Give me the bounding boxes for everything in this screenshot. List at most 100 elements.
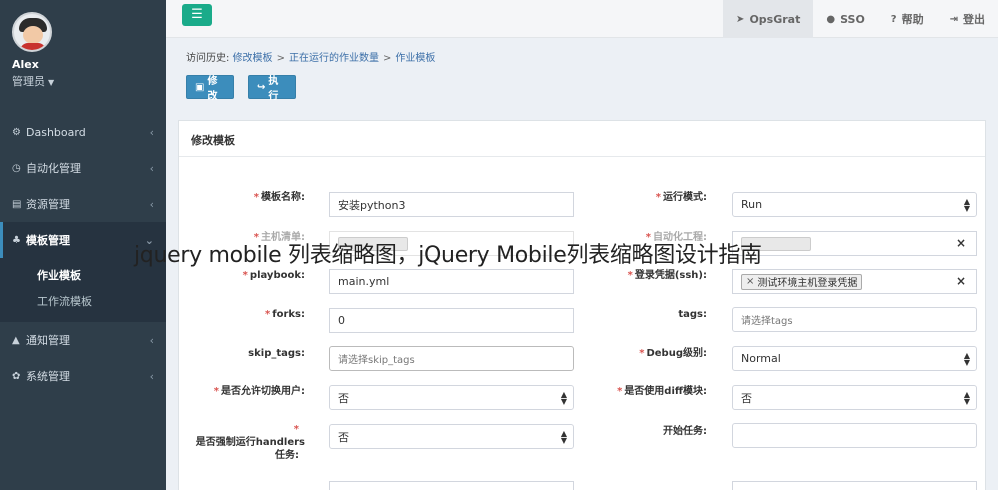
sidebar-toggle-button[interactable]: ☰ — [182, 4, 212, 26]
sidebar-item-dashboard[interactable]: ⚙ Dashboard ‹ — [0, 114, 166, 150]
top-nav-label: 登出 — [963, 13, 985, 26]
forks-label: * forks: — [265, 309, 305, 320]
remove-tag-icon[interactable]: × — [746, 276, 754, 287]
sidebar-item-label: 系统管理 — [26, 370, 70, 383]
auto-project-select[interactable]: × — [732, 231, 977, 256]
location-arrow-icon: ➤ — [736, 13, 745, 25]
login-cred-tag[interactable]: × 测试环境主机登录凭据 — [741, 273, 863, 290]
select-arrows-icon: ▲ ▼ — [560, 390, 567, 406]
clock-icon: ◷ — [12, 162, 21, 174]
playbook-label: * playbook: — [242, 270, 305, 281]
start-task-label: 开始任务: — [663, 426, 707, 437]
login-cred-select[interactable]: × 测试环境主机登录凭据 × — [732, 269, 977, 294]
share-icon: ↪ — [257, 81, 266, 93]
select-arrows-icon: ▲ ▼ — [963, 390, 970, 406]
chevron-left-icon: ‹ — [149, 369, 154, 383]
use-diff-select[interactable]: 否 ▲ ▼ — [732, 385, 977, 410]
clear-icon[interactable]: × — [956, 274, 966, 288]
top-nav-logout[interactable]: ⇥ 登出 — [937, 0, 998, 38]
template-name-label: * 模板名称: — [253, 192, 305, 203]
breadcrumb-separator: > — [276, 53, 285, 64]
login-cred-tag-label: 测试环境主机登录凭据 — [757, 278, 858, 289]
next-row-input-right[interactable] — [732, 481, 977, 490]
gear-icon: ✿ — [12, 370, 21, 382]
skip-tags-label: skip_tags: — [248, 348, 305, 359]
skip-tags-input[interactable]: 请选择skip_tags — [329, 346, 574, 371]
chevron-left-icon: ‹ — [149, 161, 154, 175]
select-arrows-icon: ▲ ▼ — [963, 197, 970, 213]
clear-icon[interactable]: × — [956, 236, 966, 250]
menu-icon: ☰ — [191, 7, 203, 22]
save-icon: ▣ — [195, 81, 205, 93]
use-diff-value: 否 — [741, 391, 752, 405]
breadcrumb-link[interactable]: 正在运行的作业数量 — [289, 53, 379, 64]
question-icon: ? — [890, 13, 897, 25]
debug-level-select[interactable]: Normal ▲ ▼ — [732, 346, 977, 371]
bell-icon: ▲ — [12, 334, 20, 346]
debug-level-value: Normal — [741, 352, 781, 365]
top-nav-sso[interactable]: ● SSO — [813, 0, 877, 38]
top-nav-opsgrat[interactable]: ➤ OpsGrat — [723, 0, 814, 38]
force-handlers-select[interactable]: 否 ▲ ▼ — [329, 424, 574, 449]
allow-switch-user-label: * 是否允许切换用户: — [213, 386, 305, 397]
sidebar-item-system[interactable]: ✿ 系统管理 ‹ — [0, 358, 166, 394]
user-panel: Alex 管理员 ▼ — [0, 0, 166, 108]
top-nav: ➤ OpsGrat ● SSO ? 帮助 ⇥ 登出 — [723, 0, 998, 38]
top-nav-label: SSO — [840, 12, 865, 26]
edit-button-label: 修改 — [207, 76, 218, 102]
start-task-input[interactable] — [732, 423, 977, 448]
forks-input[interactable]: 0 — [329, 308, 574, 333]
debug-level-label: * Debug级别: — [639, 348, 707, 359]
allow-switch-user-select[interactable]: 否 ▲ ▼ — [329, 385, 574, 410]
tags-label: tags: — [678, 309, 707, 320]
top-bar: ☰ ➤ OpsGrat ● SSO ? 帮助 ⇥ 登出 — [166, 0, 998, 38]
run-button[interactable]: ↪ 执行 — [248, 75, 296, 102]
force-handlers-value: 否 — [338, 430, 349, 444]
select-arrows-icon: ▲ ▼ — [560, 429, 567, 445]
sidebar-item-label: 模板管理 — [26, 234, 70, 247]
run-button-label: 执行 — [268, 76, 279, 102]
sign-out-icon: ⇥ — [949, 13, 958, 25]
user-role-dropdown[interactable]: 管理员 ▼ — [12, 73, 154, 89]
caret-down-icon: ▼ — [48, 78, 55, 87]
template-name-input[interactable]: 安装python3 — [329, 192, 574, 217]
breadcrumb: 访问历史: 修改模板 > 正在运行的作业数量 > 作业模板 — [186, 49, 435, 64]
avatar[interactable] — [12, 12, 52, 52]
user-name: Alex — [12, 58, 39, 71]
sitemap-icon: ♣ — [12, 234, 21, 246]
sidebar-item-label: 自动化管理 — [26, 162, 81, 175]
use-diff-label: * 是否使用diff模块: — [617, 386, 707, 397]
book-icon: ▤ — [12, 198, 22, 210]
next-row-input[interactable] — [329, 481, 574, 490]
login-cred-label: * 登录凭据(ssh): — [627, 270, 707, 281]
sidebar-item-label: Dashboard — [26, 125, 86, 139]
sidebar-item-label: 资源管理 — [26, 198, 70, 211]
run-mode-label: * 运行模式: — [655, 192, 707, 203]
force-handlers-label: * 是否强制运行handlers 任务: — [195, 424, 305, 461]
run-mode-value: Run — [741, 198, 763, 211]
top-nav-help[interactable]: ? 帮助 — [878, 0, 937, 38]
panel-title: 修改模板 — [179, 121, 985, 157]
top-nav-label: OpsGrat — [749, 12, 801, 26]
chevron-left-icon: ‹ — [149, 125, 154, 139]
user-role-label: 管理员 — [12, 75, 45, 88]
dashboard-icon: ⚙ — [12, 126, 21, 138]
edit-button[interactable]: ▣ 修改 — [186, 75, 234, 102]
playbook-input[interactable]: main.yml — [329, 269, 574, 294]
submenu-item-workflow-template[interactable]: 工作流模板 — [0, 288, 166, 314]
sidebar-item-notifications[interactable]: ▲ 通知管理 ‹ — [0, 322, 166, 358]
select-arrows-icon: ▲ ▼ — [963, 351, 970, 367]
watermark-text: jquery mobile 列表缩略图，jQuery Mobile列表缩略图设计… — [134, 243, 762, 268]
sidebar-item-label: 通知管理 — [26, 334, 70, 347]
chevron-left-icon: ‹ — [149, 197, 154, 211]
top-nav-label: 帮助 — [901, 13, 924, 26]
breadcrumb-link[interactable]: 作业模板 — [395, 53, 435, 64]
breadcrumb-prefix: 访问历史: — [186, 53, 230, 64]
breadcrumb-separator: > — [382, 53, 392, 64]
breadcrumb-link[interactable]: 修改模板 — [233, 53, 273, 64]
allow-switch-user-value: 否 — [338, 391, 349, 405]
run-mode-select[interactable]: Run ▲ ▼ — [732, 192, 977, 217]
sidebar-item-resources[interactable]: ▤ 资源管理 ‹ — [0, 186, 166, 222]
sidebar-item-automation[interactable]: ◷ 自动化管理 ‹ — [0, 150, 166, 186]
tags-input[interactable]: 请选择tags — [732, 307, 977, 332]
